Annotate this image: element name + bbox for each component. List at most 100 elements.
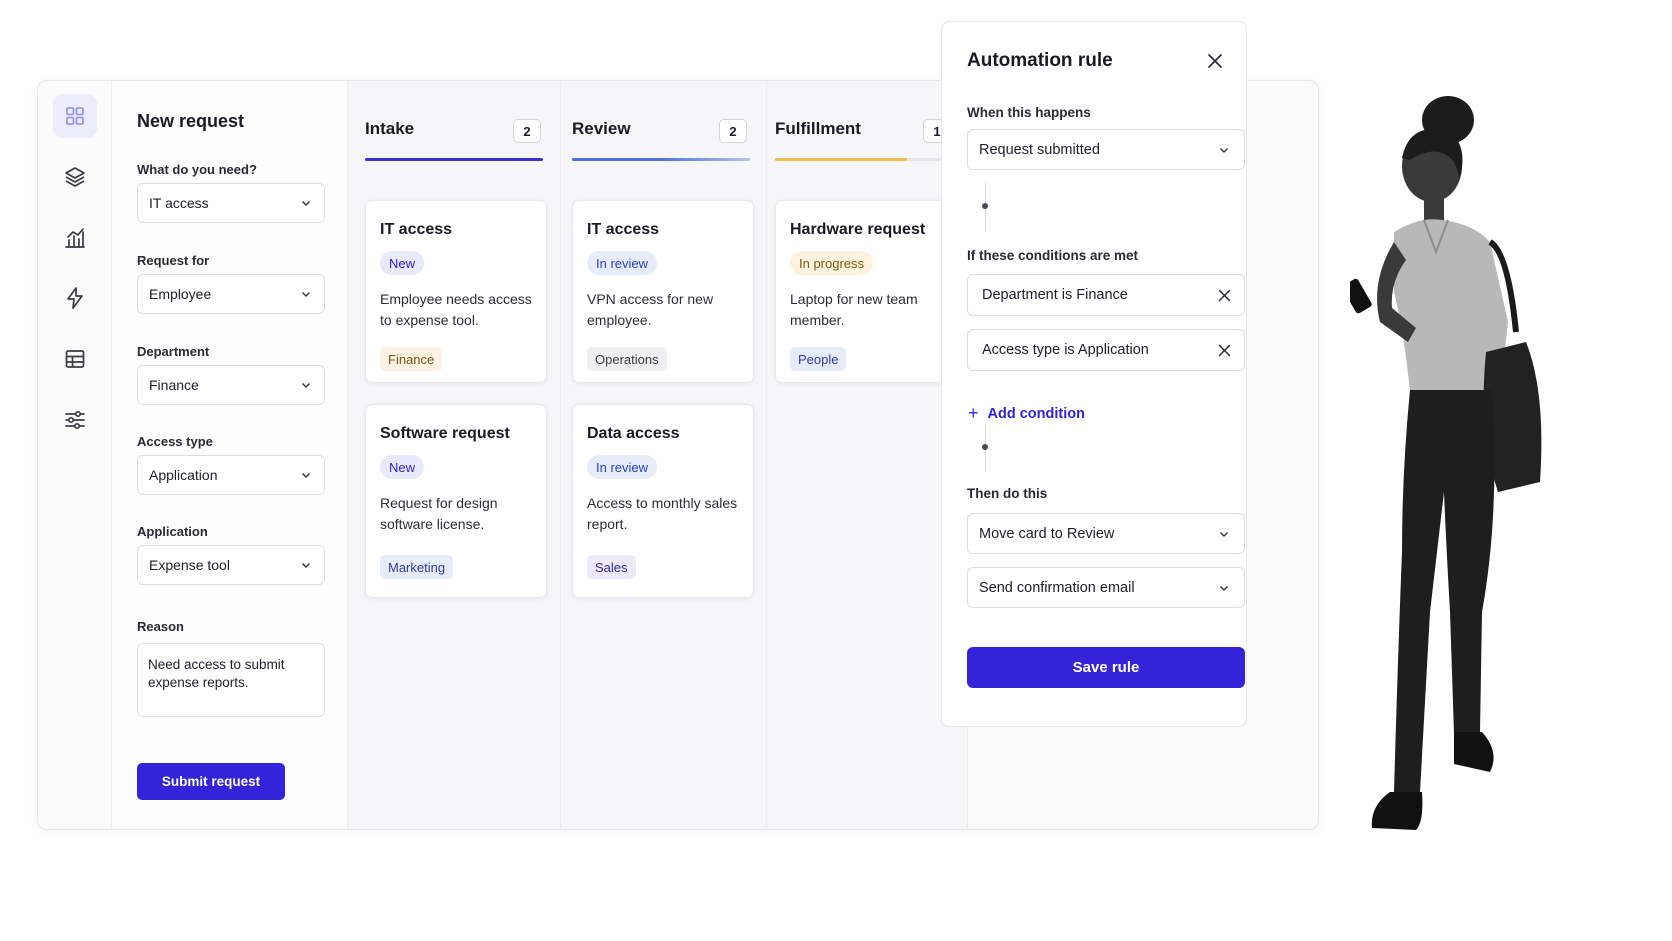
access-type-label: Access type [137, 434, 213, 449]
column-fulfillment: Fulfillment 1 Hardware request In progre… [775, 81, 963, 829]
department-select[interactable]: Finance [137, 365, 325, 405]
submit-request-button[interactable]: Submit request [137, 763, 285, 800]
card-description: Laptop for new team member. [790, 291, 918, 328]
chart-icon [65, 228, 85, 248]
nav-layers-button[interactable] [53, 155, 97, 199]
add-condition-button[interactable]: + Add condition [968, 403, 1085, 424]
action-select[interactable]: Move card to Review [967, 513, 1245, 554]
chevron-down-icon [301, 562, 311, 569]
action-select[interactable]: Send confirmation email [967, 567, 1245, 608]
department-tag: Marketing [380, 555, 454, 579]
condition-text: Department is Finance [982, 287, 1128, 303]
trigger-label: When this happens [967, 105, 1091, 120]
flow-node [982, 444, 988, 450]
save-rule-button[interactable]: Save rule [967, 647, 1245, 688]
request-card[interactable]: Hardware request In progress Laptop for … [775, 200, 957, 383]
department-tag: Operations [587, 347, 667, 371]
need-label: What do you need? [137, 162, 257, 177]
request-card[interactable]: IT access In review VPN access for new e… [572, 200, 754, 383]
department-label: Department [137, 344, 210, 359]
request-card[interactable]: IT access New Employee needs access to e… [365, 200, 547, 383]
department-tag: People [790, 347, 847, 371]
chevron-down-icon [1219, 147, 1229, 154]
panel-title: Automation rule [967, 50, 1113, 71]
condition-chip[interactable]: Department is Finance [967, 274, 1245, 316]
trigger-value: Request submitted [979, 141, 1100, 158]
department-tag: Finance [380, 347, 443, 371]
remove-condition-icon[interactable] [1218, 344, 1231, 357]
sliders-icon [65, 410, 85, 430]
chevron-down-icon [1219, 531, 1229, 538]
card-title: Data access [587, 425, 680, 442]
nav-dashboard-button[interactable] [53, 94, 97, 138]
card-description: Access to monthly sales report. [587, 495, 738, 532]
nav-table-button[interactable] [53, 337, 97, 381]
chevron-down-icon [1219, 585, 1229, 592]
person-with-phone-illustration [1350, 96, 1542, 830]
application-select[interactable]: Expense tool [137, 545, 325, 585]
column-title: Intake [365, 119, 415, 138]
icon-rail [38, 81, 112, 829]
remove-condition-icon[interactable] [1218, 289, 1231, 302]
request-for-select[interactable]: Employee [137, 274, 325, 314]
condition-chip[interactable]: Access type is Application [967, 329, 1245, 371]
chevron-down-icon [301, 382, 311, 389]
column-count-badge: 2 [719, 119, 747, 143]
column-divider [560, 81, 561, 829]
column-title: Fulfillment [775, 119, 861, 138]
column-count-badge: 2 [513, 119, 541, 143]
card-title: Software request [380, 425, 510, 442]
column-progress-bar [365, 158, 543, 161]
status-badge: New [380, 455, 425, 479]
card-title: IT access [380, 221, 453, 238]
automation-rule-panel: Automation rule When this happens Reques… [941, 21, 1247, 727]
chevron-down-icon [301, 291, 311, 298]
status-badge: New [380, 251, 425, 275]
plus-icon: + [968, 403, 979, 423]
nav-settings-button[interactable] [53, 398, 97, 442]
nav-analytics-button[interactable] [53, 216, 97, 260]
grid-icon [66, 107, 84, 125]
column-intake: Intake 2 IT access New Employee needs ac… [365, 81, 560, 829]
column-title: Review [572, 119, 631, 138]
actions-label: Then do this [967, 486, 1048, 501]
application-value: Expense tool [149, 557, 230, 573]
request-for-value: Employee [149, 286, 212, 302]
request-for-label: Request for [137, 253, 210, 268]
column-review: Review 2 IT access In review VPN access … [572, 81, 766, 829]
card-description: Request for design software license. [380, 495, 498, 532]
status-badge: In review [587, 455, 658, 479]
card-description: Employee needs access to expense tool. [380, 291, 532, 328]
reason-label: Reason [137, 619, 184, 634]
lightning-icon [67, 287, 83, 309]
add-condition-label: Add condition [987, 405, 1085, 422]
request-card[interactable]: Software request New Request for design … [365, 404, 547, 598]
column-progress-bar [572, 158, 750, 161]
department-value: Finance [149, 377, 199, 393]
card-description: VPN access for new employee. [587, 291, 714, 328]
department-tag: Sales [587, 555, 636, 579]
layers-icon [65, 167, 85, 187]
application-label: Application [137, 524, 208, 539]
column-divider [766, 81, 767, 829]
card-title: IT access [587, 221, 660, 238]
card-title: Hardware request [790, 221, 926, 238]
action-value: Send confirmation email [979, 579, 1135, 596]
flow-node [982, 203, 988, 209]
access-type-select[interactable]: Application [137, 455, 325, 495]
reason-textarea[interactable]: Need access to submit expense reports. [137, 643, 325, 717]
condition-text: Access type is Application [982, 342, 1149, 358]
new-request-form: New request What do you need? IT access … [112, 81, 348, 829]
chevron-down-icon [301, 200, 311, 207]
access-type-value: Application [149, 467, 218, 483]
nav-automations-button[interactable] [53, 276, 97, 320]
form-title: New request [137, 111, 245, 131]
close-icon[interactable] [1206, 52, 1224, 70]
chevron-down-icon [301, 472, 311, 479]
conditions-label: If these conditions are met [967, 248, 1139, 263]
trigger-select[interactable]: Request submitted [967, 129, 1245, 170]
need-select[interactable]: IT access [137, 183, 325, 223]
request-card[interactable]: Data access In review Access to monthly … [572, 404, 754, 598]
table-icon [65, 350, 85, 368]
kanban-board: Intake 2 IT access New Employee needs ac… [348, 81, 968, 829]
